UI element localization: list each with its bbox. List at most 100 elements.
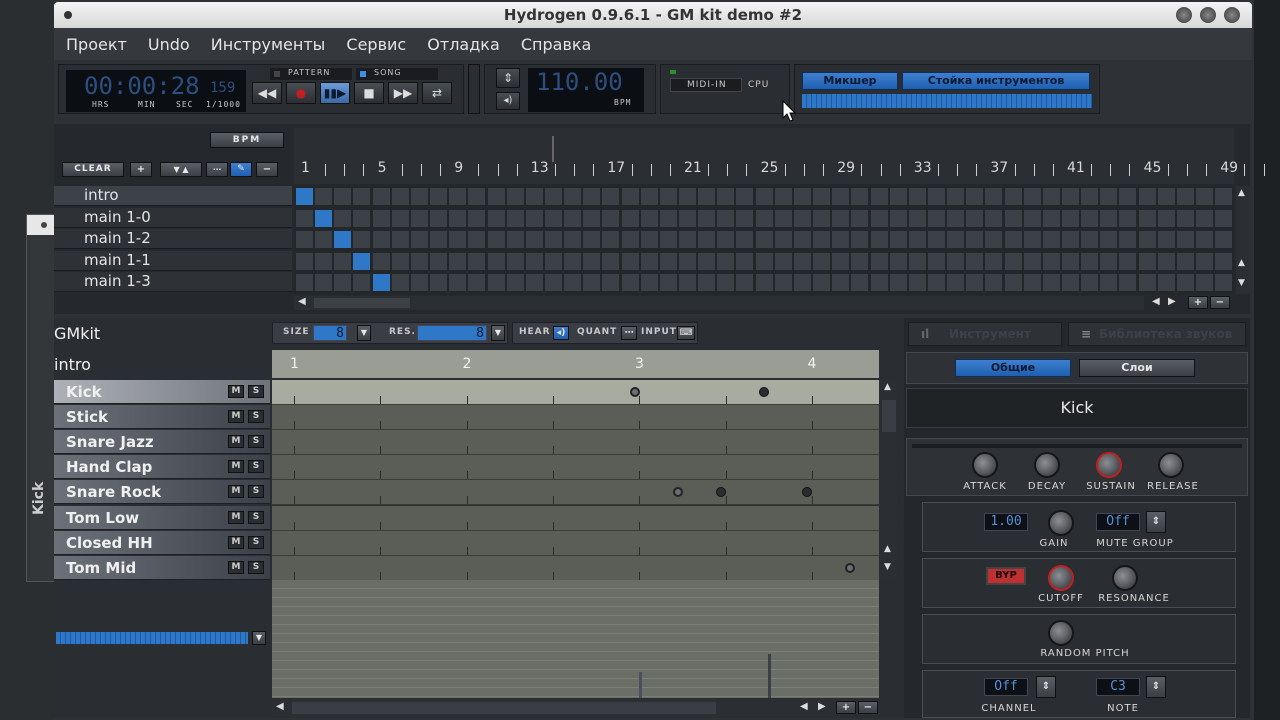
velocity-editor[interactable]	[272, 580, 879, 698]
maximize-button[interactable]	[1200, 7, 1216, 23]
note-grid-row[interactable]	[272, 455, 900, 481]
song-cell[interactable]	[813, 188, 831, 205]
song-cell[interactable]	[1119, 231, 1137, 248]
song-cell[interactable]	[544, 274, 562, 291]
song-cell[interactable]	[755, 209, 773, 227]
song-cell[interactable]	[583, 274, 601, 291]
gain-knob[interactable]	[1048, 510, 1074, 536]
loop-button[interactable]: ⇄	[422, 82, 452, 104]
song-cell[interactable]	[583, 231, 601, 248]
song-cell[interactable]	[564, 188, 582, 205]
bpm-display[interactable]: 110.00 BPM	[528, 68, 644, 112]
song-cell[interactable]	[1042, 188, 1060, 205]
pattern-list-item[interactable]: main 1-0	[54, 207, 292, 228]
mixer-button[interactable]: Микшер	[802, 72, 898, 90]
stop-button[interactable]: ■	[354, 82, 384, 104]
song-cell[interactable]	[564, 209, 582, 227]
song-cell[interactable]	[1215, 252, 1233, 270]
song-cell[interactable]	[908, 188, 926, 205]
song-cell[interactable]	[410, 274, 428, 291]
song-cell[interactable]	[947, 252, 965, 270]
pattern-zoom-in-button[interactable]: +	[836, 701, 856, 714]
song-cell[interactable]	[1196, 188, 1214, 205]
scroll-up-icon[interactable]: ▲	[1238, 188, 1245, 198]
song-cell[interactable]	[659, 252, 677, 270]
song-cell[interactable]	[487, 274, 505, 291]
song-cell[interactable]	[1081, 188, 1099, 205]
song-cell[interactable]	[1119, 188, 1137, 205]
fast-forward-button[interactable]: ▶▶	[388, 82, 418, 104]
pattern-hscroll[interactable]: ◀ ◀ ▶ + −	[272, 700, 880, 716]
song-cell[interactable]	[1081, 274, 1099, 291]
pattern-zoom-out-button[interactable]: −	[858, 701, 878, 714]
song-cell[interactable]	[372, 231, 390, 248]
song-cell[interactable]	[430, 188, 448, 205]
note-event[interactable]	[630, 387, 640, 397]
velocity-bar[interactable]	[639, 672, 642, 698]
song-cell[interactable]	[793, 252, 811, 270]
song-cell[interactable]	[449, 209, 467, 227]
song-cell[interactable]	[1196, 274, 1214, 291]
song-cell[interactable]	[564, 274, 582, 291]
song-grid[interactable]	[294, 186, 1234, 294]
song-cell[interactable]	[889, 209, 907, 227]
song-cell[interactable]	[640, 188, 658, 205]
song-cell[interactable]	[717, 252, 735, 270]
song-cell[interactable]	[774, 209, 792, 227]
pattern-scroll-up-icon-2[interactable]: ▲	[884, 544, 891, 554]
song-cell[interactable]	[870, 209, 888, 227]
song-cell[interactable]	[832, 252, 850, 270]
song-cell[interactable]	[659, 188, 677, 205]
mute-group-value[interactable]: Off	[1096, 513, 1140, 531]
tab-layers[interactable]: Слои	[1079, 359, 1195, 377]
song-cell[interactable]	[296, 231, 313, 248]
song-cell[interactable]	[621, 209, 639, 227]
song-cell[interactable]	[1081, 252, 1099, 270]
song-cell[interactable]	[315, 188, 333, 205]
note-value[interactable]: C3	[1096, 678, 1140, 696]
decay-knob[interactable]	[1034, 452, 1060, 478]
song-cell[interactable]	[679, 209, 696, 227]
song-cell[interactable]	[487, 231, 505, 248]
bpm-updown-icon[interactable]: ⇕	[496, 68, 520, 88]
song-cell[interactable]	[621, 274, 639, 291]
song-cell[interactable]	[1023, 209, 1041, 227]
song-cell[interactable]	[813, 252, 831, 270]
song-cell[interactable]	[449, 274, 467, 291]
instrument-row[interactable]: Closed HH M S	[54, 530, 270, 555]
song-cell[interactable]	[391, 274, 409, 291]
song-cell[interactable]	[602, 209, 620, 227]
song-cell[interactable]	[1081, 209, 1099, 227]
song-cell[interactable]	[947, 231, 965, 248]
song-cell[interactable]	[755, 188, 773, 205]
song-cell[interactable]	[410, 188, 428, 205]
song-cell[interactable]	[602, 231, 620, 248]
attack-knob[interactable]	[972, 452, 998, 478]
record-button[interactable]: ●	[286, 82, 316, 104]
song-cell[interactable]	[927, 231, 945, 248]
song-cell[interactable]	[774, 274, 792, 291]
mode-song-toggle[interactable]: SONG	[356, 68, 438, 80]
song-cell[interactable]	[334, 209, 352, 227]
note-grid-row[interactable]	[272, 480, 900, 506]
song-cell[interactable]	[621, 188, 639, 205]
song-cell[interactable]	[698, 188, 716, 205]
song-cell[interactable]	[851, 274, 869, 291]
song-cell[interactable]	[564, 231, 582, 248]
note-grid-row[interactable]	[272, 380, 900, 405]
mute-button[interactable]: M	[228, 560, 244, 574]
song-cell[interactable]	[659, 231, 677, 248]
instrument-rack-button[interactable]: Стойка инструментов	[902, 72, 1090, 90]
song-cell[interactable]	[793, 231, 811, 248]
song-cell[interactable]	[1196, 231, 1214, 248]
note-grid-row[interactable]	[272, 505, 900, 531]
song-cell[interactable]	[966, 209, 984, 227]
note-grid-row[interactable]	[272, 555, 900, 581]
song-cell[interactable]	[410, 209, 428, 227]
song-cell[interactable]	[353, 274, 371, 291]
song-cell[interactable]	[1004, 188, 1022, 205]
song-cell[interactable]	[755, 274, 773, 291]
song-cell[interactable]	[659, 274, 677, 291]
song-cell[interactable]	[1176, 252, 1194, 270]
mute-button[interactable]: M	[228, 410, 244, 424]
